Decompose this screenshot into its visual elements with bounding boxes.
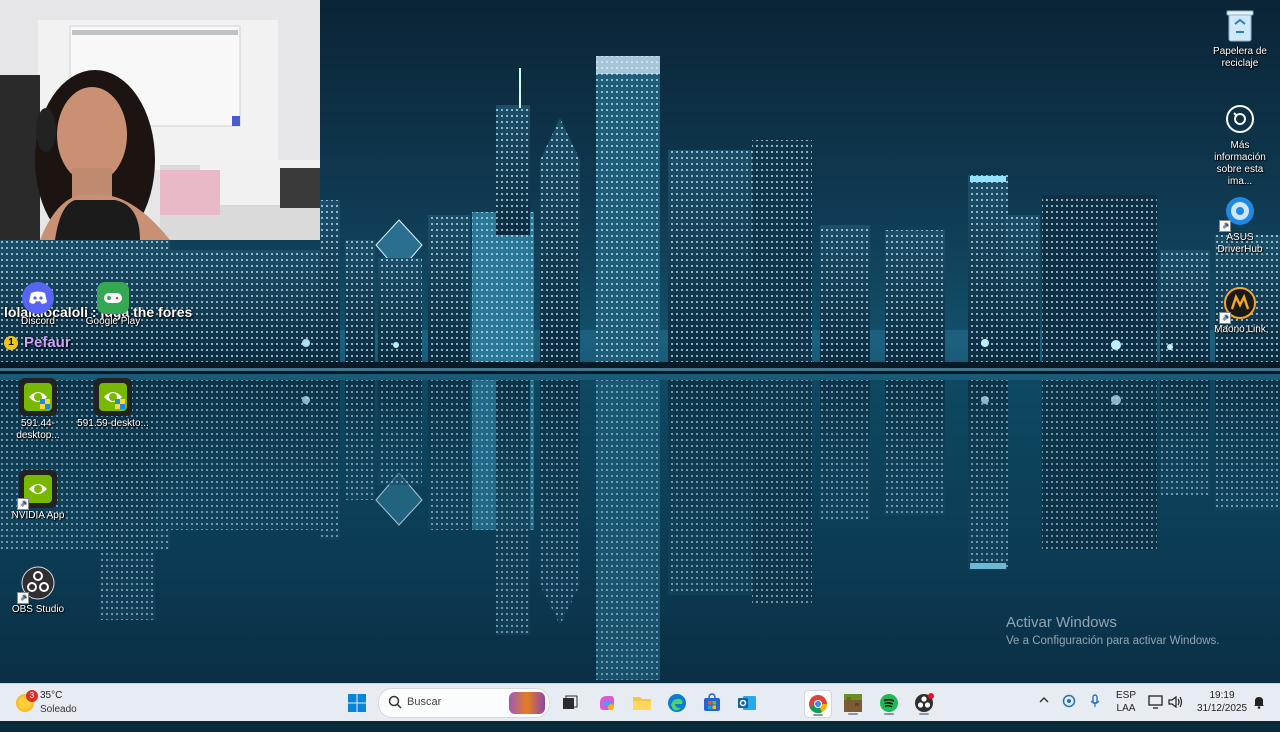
tray-icon-settings[interactable]	[1062, 694, 1076, 731]
nvidia-installer-icon	[19, 378, 57, 416]
desktop-icon-label: 591.59-deskto...	[77, 418, 149, 429]
clock[interactable]: 19:19 31/12/2025	[1196, 689, 1248, 726]
desktop-icon-label: Maono Link	[1214, 324, 1266, 335]
shortcut-arrow-icon: ↗	[1219, 220, 1231, 232]
chrome-button[interactable]	[804, 690, 832, 718]
desktop-icon-discord[interactable]: Discord	[2, 282, 74, 328]
folder-icon	[633, 697, 651, 710]
nvidia-app-icon: ↗	[17, 470, 57, 510]
copilot-button[interactable]	[594, 690, 620, 716]
tray-icon-microphone[interactable]	[1089, 694, 1101, 731]
shortcut-arrow-icon: ↗	[17, 498, 29, 510]
nvidia-installer-icon	[94, 378, 132, 416]
recycle-bin-icon	[1221, 6, 1259, 44]
watermark-title: Activar Windows	[1006, 614, 1117, 631]
obs-icon	[915, 693, 934, 712]
tray-volume-button[interactable]	[1168, 695, 1184, 732]
chat-viewer-line: 1 Pefaur	[4, 334, 71, 351]
desktop-icon-nvidia-app[interactable]: ↗ NVIDIA App	[2, 470, 74, 522]
activate-windows-watermark: Activar Windows Ve a Configuración para …	[1006, 614, 1220, 647]
desktop-icon-nvidia-driver-1[interactable]: 591.44-desktop...	[2, 378, 74, 442]
viewer-name: Pefaur	[24, 334, 71, 351]
chrome-icon	[809, 695, 828, 714]
running-indicator	[884, 713, 894, 715]
chevron-up-icon	[1039, 697, 1049, 703]
minecraft-button[interactable]	[840, 690, 866, 716]
speaker-icon	[1168, 695, 1183, 709]
taskbar: 3 35°C Soleado Buscar ESP LAA 19:19 31/1…	[0, 683, 1280, 721]
shortcut-arrow-icon: ↗	[17, 592, 29, 604]
weather-badge: 3	[26, 690, 38, 702]
store-icon	[704, 693, 720, 711]
language-code: ESP	[1115, 690, 1136, 701]
asus-driverhub-icon: ↗	[1219, 192, 1259, 232]
edge-icon	[668, 694, 686, 712]
shortcut-arrow-icon: ↗	[1219, 312, 1231, 324]
desktop-icon-label: NVIDIA App	[11, 510, 65, 521]
desktop-icon-label: Google Play	[85, 316, 141, 327]
tray-network-button[interactable]	[1148, 695, 1164, 732]
minecraft-icon	[844, 694, 862, 712]
obs-studio-icon: ↗	[17, 564, 57, 604]
search-icon	[388, 695, 402, 709]
store-button[interactable]	[699, 690, 725, 716]
running-indicator	[813, 714, 823, 716]
desktop-icon-nvidia-driver-2[interactable]: 591.59-deskto...	[77, 378, 149, 430]
webcam-feed-image	[0, 0, 320, 240]
desktop-icon-more-info[interactable]: Más información sobre esta ima...	[1204, 100, 1276, 188]
taskbar-search-box[interactable]: Buscar	[378, 688, 550, 718]
spotify-button[interactable]	[876, 690, 902, 716]
language-indicator[interactable]: ESP LAA	[1112, 689, 1140, 726]
edge-button[interactable]	[664, 690, 690, 716]
discord-icon	[22, 282, 54, 314]
info-camera-icon	[1221, 100, 1259, 138]
search-placeholder: Buscar	[407, 696, 442, 708]
obs-button[interactable]	[911, 690, 937, 716]
clock-time: 19:19	[1209, 690, 1235, 701]
webcam-overlay	[0, 0, 320, 240]
clock-date: 31/12/2025	[1196, 703, 1248, 714]
copilot-icon	[600, 696, 614, 710]
file-explorer-button[interactable]	[629, 690, 655, 716]
desktop-icon-label: ASUS DriverHub	[1217, 232, 1263, 255]
spotify-icon	[880, 694, 898, 712]
show-hidden-icons-button[interactable]	[1038, 694, 1050, 731]
outlook-button[interactable]	[734, 690, 760, 716]
desktop-icon-label: Discord	[21, 316, 55, 327]
bell-icon	[1254, 697, 1264, 709]
desktop-icon-asus-driverhub[interactable]: ↗ ASUS DriverHub	[1204, 192, 1276, 256]
weather-temperature: 35°C	[40, 690, 63, 701]
desktop-icon-label: Más información sobre esta ima...	[1214, 140, 1266, 187]
desktop-icon-obs-studio[interactable]: ↗ OBS Studio	[2, 564, 74, 616]
maono-link-icon: ↗	[1219, 284, 1259, 324]
google-play-games-icon	[97, 282, 129, 314]
desktop-icon-label: Papelera de reciclaje	[1213, 46, 1267, 69]
viewer-rank-badge: 1	[4, 336, 18, 351]
shield-icon	[1062, 694, 1076, 708]
microphone-icon	[1090, 694, 1100, 707]
task-view-icon	[563, 695, 578, 709]
weather-widget[interactable]: 3 35°C Soleado	[14, 688, 94, 718]
outlook-icon	[738, 696, 756, 710]
windows-logo-icon	[348, 694, 366, 712]
notifications-button[interactable]	[1252, 695, 1266, 732]
network-monitor-icon	[1148, 695, 1163, 709]
weather-condition: Soleado	[40, 704, 77, 715]
running-indicator	[919, 713, 929, 715]
desktop-icon-maono-link[interactable]: ↗ Maono Link	[1204, 284, 1276, 336]
desktop-icon-google-play[interactable]: Google Play	[77, 282, 149, 328]
start-button[interactable]	[344, 690, 370, 716]
running-indicator	[848, 713, 858, 715]
keyboard-layout: LAA	[1116, 703, 1136, 714]
desktop-icon-recycle-bin[interactable]: Papelera de reciclaje	[1204, 6, 1276, 70]
task-view-button[interactable]	[557, 690, 583, 716]
desktop-icon-label: OBS Studio	[11, 604, 65, 615]
search-highlight-image	[509, 692, 545, 714]
watermark-subtitle: Ve a Configuración para activar Windows.	[1006, 635, 1220, 647]
desktop-icon-label: 591.44-desktop...	[16, 418, 60, 441]
